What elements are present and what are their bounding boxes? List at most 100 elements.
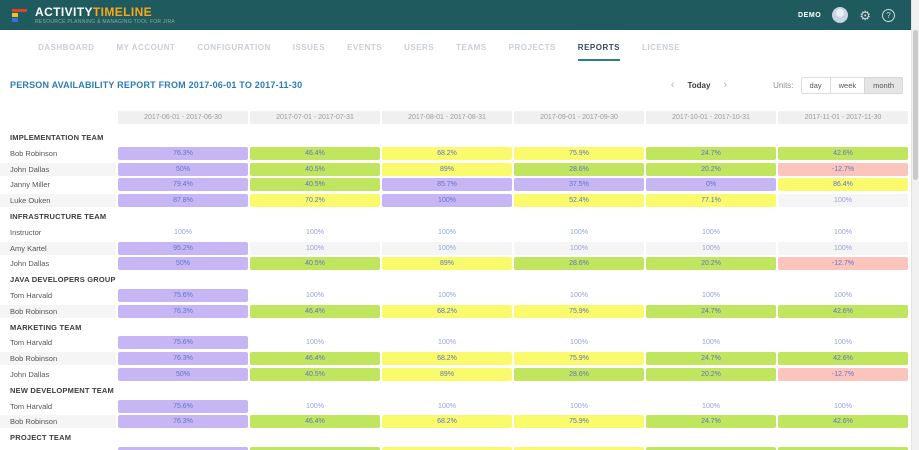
availability-cell: 24.7% <box>646 352 776 365</box>
nav-item-my-account[interactable]: MY ACCOUNT <box>117 43 176 61</box>
availability-cell: 68.2% <box>382 352 512 365</box>
availability-cell: 100% <box>382 289 512 302</box>
table-row: John Dallas50%40.5%89%28.6%20.2%-12.7% <box>0 163 919 176</box>
nav-item-issues[interactable]: ISSUES <box>293 43 325 61</box>
availability-cell: 40.5% <box>250 257 380 270</box>
column-header: 2017-10-01 - 2017-10-31 <box>646 111 776 124</box>
availability-cell: 50% <box>118 257 248 270</box>
availability-cell: 100% <box>778 336 908 349</box>
availability-cell: 75.6% <box>118 400 248 413</box>
nav-item-configuration[interactable]: CONFIGURATION <box>197 43 270 61</box>
availability-cell: 68.2% <box>382 147 512 160</box>
availability-cell: 37.5% <box>514 178 644 191</box>
availability-cell: 40.5% <box>250 368 380 381</box>
table-row: Tom Harvald75.6%100%100%100%100%100% <box>0 336 919 349</box>
person-name: John Dallas <box>0 257 116 270</box>
availability-cell: 100% <box>382 242 512 255</box>
person-name: Tom Harvald <box>0 400 116 413</box>
nav-item-events[interactable]: EVENTS <box>347 43 382 61</box>
app-brand: ACTIVITYTIMELINE RESOURCE PLANNING & MAN… <box>35 6 175 25</box>
availability-cell: 100% <box>778 226 908 239</box>
availability-cell: 79.4% <box>118 178 248 191</box>
scrollbar-thumb[interactable] <box>913 30 918 180</box>
today-button[interactable]: Today <box>687 81 710 90</box>
availability-cell: 95.2% <box>118 242 248 255</box>
user-avatar[interactable] <box>832 7 848 23</box>
availability-cell: 20.2% <box>646 163 776 176</box>
availability-cell: 100% <box>514 400 644 413</box>
availability-cell: 52.4% <box>514 194 644 207</box>
availability-cell: 89% <box>382 163 512 176</box>
app-header: ACTIVITYTIMELINE RESOURCE PLANNING & MAN… <box>0 0 919 30</box>
availability-cell: 40.5% <box>250 178 380 191</box>
availability-cell: 76.3% <box>118 305 248 318</box>
person-name: Instructor <box>0 226 116 239</box>
availability-table: 2017-06-01 - 2017-06-302017-07-01 - 2017… <box>0 111 919 450</box>
table-row: Bob Robinson76.3%46.4%68.2%75.9%24.7%42.… <box>0 352 919 365</box>
table-row: Tom Harvald75.6%100%100%100%100%100% <box>0 400 919 413</box>
availability-cell: 100% <box>778 242 908 255</box>
nav-item-projects[interactable]: PROJECTS <box>509 43 556 61</box>
person-name: John Dallas <box>0 163 116 176</box>
availability-cell: 100% <box>382 226 512 239</box>
nav-item-teams[interactable]: TEAMS <box>456 43 487 61</box>
availability-cell: -12.7% <box>778 368 908 381</box>
availability-cell: 42.6% <box>778 147 908 160</box>
availability-cell: 0% <box>646 178 776 191</box>
nav-item-reports[interactable]: REPORTS <box>578 43 620 61</box>
availability-cell: 87.8% <box>118 194 248 207</box>
availability-cell: 50% <box>118 368 248 381</box>
nav: DASHBOARD MY ACCOUNT CONFIGURATION ISSUES EV… <box>0 30 919 61</box>
table-row: Instructor100%100%100%100%100%100% <box>0 226 919 239</box>
availability-cell: 24.7% <box>646 415 776 428</box>
availability-cell: 100% <box>646 242 776 255</box>
app-logo-icon[interactable] <box>12 9 27 22</box>
availability-cell: 28.6% <box>514 163 644 176</box>
table-row: Janny Miller79.4%40.5%85.7%37.5%0%86.4% <box>0 178 919 191</box>
team-header-project-team: PROJECT TEAM <box>0 431 919 444</box>
nav-item-license[interactable]: LICENSE <box>642 43 680 61</box>
nav-item-users[interactable]: USERS <box>404 43 434 61</box>
person-name: Tom Harvald <box>0 336 116 349</box>
availability-cell: 85.7% <box>382 178 512 191</box>
unit-button-week[interactable]: week <box>830 77 866 94</box>
units-switcher: Units: dayweekmonth <box>773 77 903 94</box>
availability-cell: 68.2% <box>382 305 512 318</box>
column-header: 2017-07-01 - 2017-07-31 <box>250 111 380 124</box>
next-arrow-icon[interactable]: › <box>723 80 727 91</box>
column-header: 2017-11-01 - 2017-11-30 <box>778 111 908 124</box>
date-navigation: ‹ Today › <box>671 80 727 91</box>
name-column-header <box>0 111 116 124</box>
person-name: Bob Robinson <box>0 305 116 318</box>
availability-cell: 89% <box>382 257 512 270</box>
availability-cell: 24.7% <box>646 305 776 318</box>
settings-gear-icon[interactable]: ⚙ <box>859 9 871 22</box>
availability-cell: 100% <box>514 336 644 349</box>
team-header-java-developers-group: JAVA DEVELOPERS GROUP <box>0 273 919 286</box>
person-name: Tom Harvald <box>0 289 116 302</box>
availability-cell: 100% <box>514 226 644 239</box>
header-actions: DEMO ⚙ ? <box>798 7 895 23</box>
availability-cell: 100% <box>778 289 908 302</box>
table-row: Tom Harvald75.6%100%100%100%100%100% <box>0 289 919 302</box>
scrollbar[interactable] <box>911 0 919 450</box>
unit-button-day[interactable]: day <box>801 77 831 94</box>
help-icon[interactable]: ? <box>882 9 895 22</box>
table-row: Luke Ouken87.8%70.2%100%52.4%77.1%100% <box>0 194 919 207</box>
report-bar: PERSON AVAILABILITY REPORT FROM 2017-06-… <box>10 78 903 92</box>
column-header: 2017-06-01 - 2017-06-30 <box>118 111 248 124</box>
availability-cell: 24.7% <box>646 147 776 160</box>
availability-cell: 70.2% <box>250 194 380 207</box>
prev-arrow-icon[interactable]: ‹ <box>671 80 675 91</box>
availability-cell: 28.6% <box>514 368 644 381</box>
nav-item-dashboard[interactable]: DASHBOARD <box>38 43 95 61</box>
page-title: PERSON AVAILABILITY REPORT FROM 2017-06-… <box>10 80 302 90</box>
availability-cell: 76.3% <box>118 147 248 160</box>
availability-cell: 100% <box>646 226 776 239</box>
unit-button-month[interactable]: month <box>864 77 903 94</box>
availability-cell: 46.4% <box>250 415 380 428</box>
table-row: Amy Kartel95.2%100%100%100%100%100% <box>0 242 919 255</box>
availability-cell: 100% <box>250 400 380 413</box>
availability-cell: 42.6% <box>778 305 908 318</box>
person-name: Bob Robinson <box>0 415 116 428</box>
